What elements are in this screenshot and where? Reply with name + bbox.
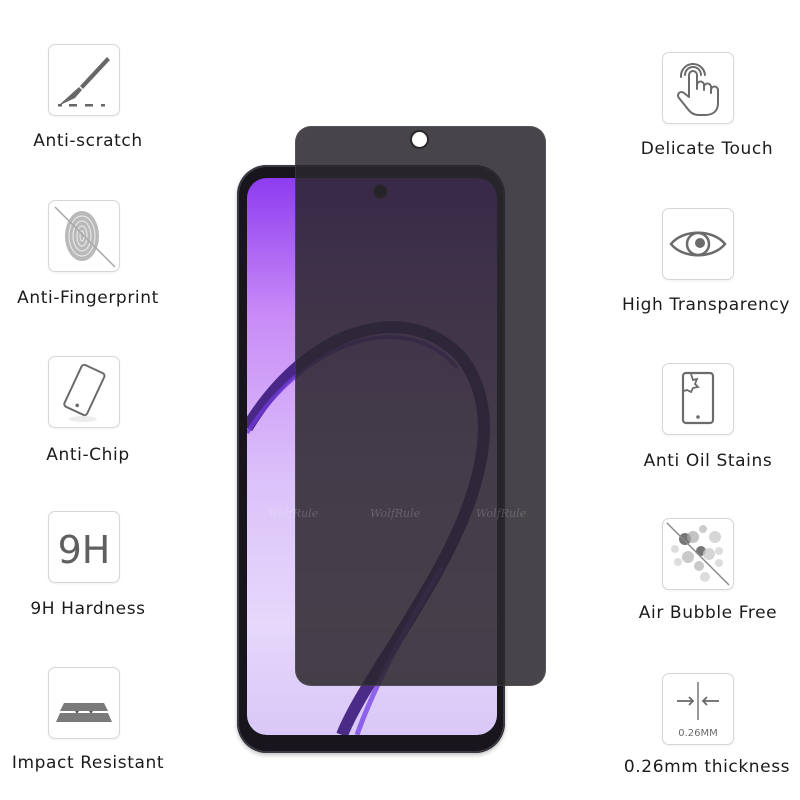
feature-icon-box <box>662 363 734 435</box>
eye-icon <box>669 231 727 257</box>
feature-label: Anti-scratch <box>33 131 143 151</box>
feature-label: Anti-Fingerprint <box>17 288 159 308</box>
feature-icon-box: 9H <box>48 511 120 583</box>
watermark: WolfRule <box>268 507 319 520</box>
feature-label: 0.26mm thickness <box>623 757 791 777</box>
bubbles-crossed-icon <box>666 522 730 586</box>
svg-text:9H: 9H <box>58 528 111 572</box>
privacy-screen-film <box>295 126 546 686</box>
feature-label: Air Bubble Free <box>638 603 778 623</box>
feature-label: Delicate Touch <box>640 139 774 159</box>
feature-label: High Transparency <box>621 295 791 315</box>
feature-icon-box <box>48 200 120 272</box>
9h-icon: 9H <box>58 528 111 572</box>
feature-icon-box <box>662 208 734 280</box>
feature-icon-box <box>48 44 120 116</box>
feature-icon-box <box>48 667 120 739</box>
thickness-arrows-icon: 0.26MM <box>677 682 719 739</box>
camera-cutout <box>412 132 427 147</box>
watermark: WolfRule <box>370 507 421 520</box>
feature-label: Anti-Chip <box>46 445 130 465</box>
feature-icon-box <box>662 52 734 124</box>
feature-icon-box: 0.26MM <box>662 673 734 745</box>
tilted-phone-icon <box>63 363 106 422</box>
feature-label: Impact Resistant <box>11 753 165 773</box>
phone-stain-icon <box>681 371 715 425</box>
feature-icon-box <box>662 518 734 590</box>
feature-label: 9H Hardness <box>30 599 146 619</box>
feature-icon-box <box>48 356 120 428</box>
scalpel-scratch-icon <box>58 57 110 107</box>
watermark: WolfRule <box>476 507 527 520</box>
svg-text:0.26MM: 0.26MM <box>678 728 718 739</box>
fingerprint-crossed-icon <box>54 206 116 268</box>
touch-hand-icon <box>676 63 719 116</box>
layers-impact-icon <box>56 703 112 722</box>
feature-label: Anti Oil Stains <box>643 451 773 471</box>
